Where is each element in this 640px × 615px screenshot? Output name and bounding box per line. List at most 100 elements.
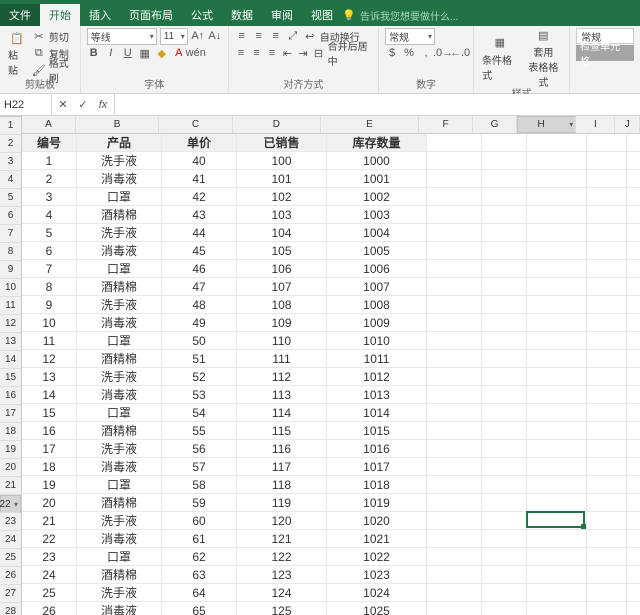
cell-E10[interactable]: 1008 (327, 296, 427, 314)
cell-J25[interactable] (627, 566, 640, 584)
bold-icon[interactable]: B (87, 46, 101, 60)
cell-G12[interactable] (482, 332, 527, 350)
cell-B10[interactable]: 洗手液 (77, 296, 162, 314)
cell-C12[interactable]: 50 (162, 332, 237, 350)
cell-A27[interactable]: 26 (22, 602, 77, 615)
currency-icon[interactable]: $ (385, 46, 399, 60)
cell-D16[interactable]: 114 (237, 404, 327, 422)
cell-H20[interactable] (527, 476, 587, 494)
cell-A12[interactable]: 11 (22, 332, 77, 350)
row-header-4[interactable]: 4 (0, 171, 21, 189)
cell-J3[interactable] (627, 170, 640, 188)
row-header-25[interactable]: 25 (0, 549, 21, 567)
cell-J23[interactable] (627, 530, 640, 548)
cell-F24[interactable] (427, 548, 482, 566)
tell-me[interactable]: 告诉我您想要做什么... (360, 8, 458, 23)
tab-insert[interactable]: 插入 (80, 4, 120, 26)
cell-C1[interactable]: 单价 (162, 134, 237, 152)
decrease-font-icon[interactable]: A↓ (208, 29, 222, 43)
cell-E7[interactable]: 1005 (327, 242, 427, 260)
cell-B4[interactable]: 口罩 (77, 188, 162, 206)
cell-J12[interactable] (627, 332, 640, 350)
cell-J22[interactable] (627, 512, 640, 530)
font-size-select[interactable]: 11 (160, 28, 188, 45)
cell-D8[interactable]: 106 (237, 260, 327, 278)
cell-E23[interactable]: 1021 (327, 530, 427, 548)
align-top-icon[interactable]: ≡ (235, 29, 249, 43)
cell-H8[interactable] (527, 260, 587, 278)
col-header-J[interactable]: J (615, 116, 640, 133)
number-format-select[interactable]: 常规 (385, 28, 435, 45)
cell-I9[interactable] (587, 278, 627, 296)
cell-F26[interactable] (427, 584, 482, 602)
cell-H15[interactable] (527, 386, 587, 404)
cell-A2[interactable]: 1 (22, 152, 77, 170)
cell-E4[interactable]: 1002 (327, 188, 427, 206)
cell-H3[interactable] (527, 170, 587, 188)
name-box[interactable]: H22 (0, 94, 52, 115)
cell-C26[interactable]: 64 (162, 584, 237, 602)
row-header-20[interactable]: 20 (0, 459, 21, 477)
underline-icon[interactable]: U (121, 46, 135, 60)
cell-H25[interactable] (527, 566, 587, 584)
cell-F7[interactable] (427, 242, 482, 260)
cell-A8[interactable]: 7 (22, 260, 77, 278)
cell-E27[interactable]: 1025 (327, 602, 427, 615)
cell-C19[interactable]: 57 (162, 458, 237, 476)
cell-B1[interactable]: 产品 (77, 134, 162, 152)
dec-dec-icon[interactable]: ←.0 (453, 46, 467, 60)
cell-I1[interactable] (587, 134, 627, 152)
cell-H22[interactable] (527, 512, 587, 530)
cell-J21[interactable] (627, 494, 640, 512)
cell-D1[interactable]: 已销售 (237, 134, 327, 152)
cell-G27[interactable] (482, 602, 527, 615)
cell-E25[interactable]: 1023 (327, 566, 427, 584)
cell-B27[interactable]: 消毒液 (77, 602, 162, 615)
col-header-E[interactable]: E (321, 116, 419, 133)
cell-H21[interactable] (527, 494, 587, 512)
cell-E8[interactable]: 1006 (327, 260, 427, 278)
cell-J19[interactable] (627, 458, 640, 476)
cell-C16[interactable]: 54 (162, 404, 237, 422)
cell-F25[interactable] (427, 566, 482, 584)
row-header-2[interactable]: 2 (0, 135, 21, 153)
cell-G25[interactable] (482, 566, 527, 584)
cell-J26[interactable] (627, 584, 640, 602)
cell-F15[interactable] (427, 386, 482, 404)
cell-I8[interactable] (587, 260, 627, 278)
cell-A3[interactable]: 2 (22, 170, 77, 188)
cell-B12[interactable]: 口罩 (77, 332, 162, 350)
cell-I6[interactable] (587, 224, 627, 242)
italic-icon[interactable]: I (104, 46, 118, 60)
cell-H6[interactable] (527, 224, 587, 242)
cell-G21[interactable] (482, 494, 527, 512)
cell-B20[interactable]: 口罩 (77, 476, 162, 494)
cell-D12[interactable]: 110 (237, 332, 327, 350)
cell-H1[interactable] (527, 134, 587, 152)
tab-file[interactable]: 文件 (0, 4, 40, 26)
cell-A4[interactable]: 3 (22, 188, 77, 206)
comma-icon[interactable]: , (419, 46, 433, 60)
cell-F18[interactable] (427, 440, 482, 458)
cell-I2[interactable] (587, 152, 627, 170)
col-header-I[interactable]: I (576, 116, 615, 133)
cell-A14[interactable]: 13 (22, 368, 77, 386)
cell-I19[interactable] (587, 458, 627, 476)
cond-format-button[interactable]: ▦条件格式 (480, 28, 520, 89)
cell-E17[interactable]: 1015 (327, 422, 427, 440)
cell-G10[interactable] (482, 296, 527, 314)
row-header-10[interactable]: 10 (0, 279, 21, 297)
row-header-9[interactable]: 9 (0, 261, 21, 279)
cancel-icon[interactable]: ✕ (56, 98, 70, 112)
cell-J27[interactable] (627, 602, 640, 615)
cell-F23[interactable] (427, 530, 482, 548)
cell-G14[interactable] (482, 368, 527, 386)
cell-E13[interactable]: 1011 (327, 350, 427, 368)
cell-A20[interactable]: 19 (22, 476, 77, 494)
cell-G22[interactable] (482, 512, 527, 530)
cell-G4[interactable] (482, 188, 527, 206)
row-header-7[interactable]: 7 (0, 225, 21, 243)
row-header-11[interactable]: 11 (0, 297, 21, 315)
cell-G5[interactable] (482, 206, 527, 224)
cell-G26[interactable] (482, 584, 527, 602)
